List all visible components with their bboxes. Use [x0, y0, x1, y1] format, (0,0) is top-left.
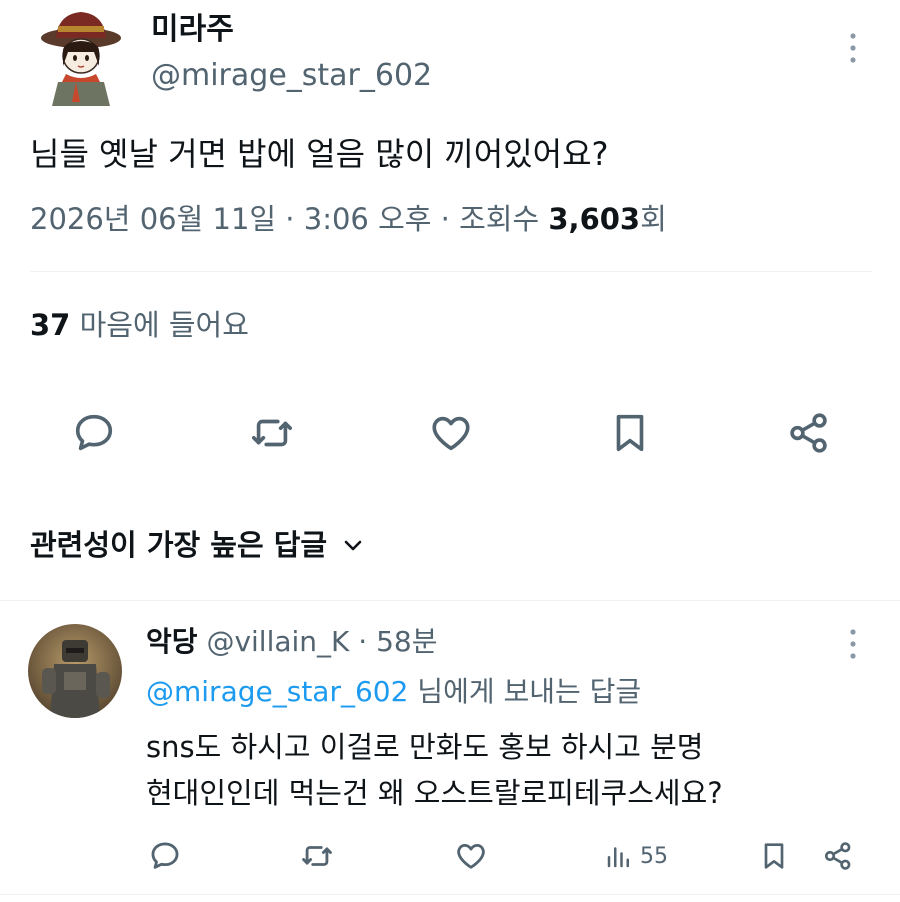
reply-reply-button[interactable]	[148, 836, 182, 876]
bookmark-button[interactable]	[603, 406, 657, 460]
reply-author-handle[interactable]: @villain_K	[206, 625, 349, 658]
retweet-icon	[302, 846, 332, 866]
meta-separator: ·	[431, 202, 460, 236]
like-icon	[457, 843, 485, 869]
divider	[30, 271, 872, 272]
reply-text-line: 현대인인데 먹는건 왜 오스트랄로피테쿠스세요?	[146, 776, 723, 810]
like-button[interactable]	[424, 406, 478, 460]
replying-to: @mirage_star_602 님에게 보내는 답글	[146, 672, 641, 712]
reply-icon	[75, 414, 113, 451]
reply-icon	[151, 842, 179, 869]
replying-to-handle[interactable]: @mirage_star_602	[146, 675, 408, 708]
tweet-time[interactable]: 3:06 오후	[304, 202, 432, 236]
like-icon	[432, 416, 470, 451]
likes-count: 37	[30, 308, 71, 342]
share-icon	[790, 413, 827, 453]
likes-label: 마음에 들어요	[70, 308, 249, 342]
divider	[0, 894, 900, 895]
views-icon	[607, 847, 629, 868]
share-button[interactable]	[782, 406, 836, 460]
meta-separator: ·	[349, 625, 377, 658]
views-suffix: 회	[640, 202, 667, 236]
tweet-date[interactable]: 2026년 06월 11일	[30, 202, 276, 236]
bookmark-icon	[764, 843, 784, 869]
reply-share-button[interactable]	[822, 836, 854, 876]
reply-header: 악당 @villain_K · 58분	[146, 622, 437, 662]
reply-views-count: 55	[640, 843, 668, 869]
reply-time[interactable]: 58분	[376, 625, 437, 658]
likes-row[interactable]: 37 마음에 들어요	[30, 305, 249, 345]
retweet-button[interactable]	[245, 406, 299, 460]
divider	[0, 600, 900, 601]
reply-retweet-button[interactable]	[300, 836, 334, 876]
chevron-down-icon	[344, 540, 362, 551]
replies-sort-dropdown[interactable]: 관련성이 가장 높은 답글	[30, 524, 365, 566]
reply-views-button[interactable]: 55	[604, 836, 668, 876]
reply-bookmark-button[interactable]	[758, 836, 790, 876]
replying-to-suffix: 님에게 보내는 답글	[408, 675, 642, 708]
reply-author-name[interactable]: 악당	[146, 625, 198, 658]
tweet-meta: 2026년 06월 11일 · 3:06 오후 · 조회수 3,603회	[30, 197, 667, 241]
reply-like-button[interactable]	[454, 836, 488, 876]
sort-label: 관련성이 가장 높은 답글	[30, 528, 328, 562]
reply-text: sns도 하시고 이걸로 만화도 홍보 하시고 분명 현대인인데 먹는건 왜 오…	[146, 724, 723, 816]
meta-separator: ·	[276, 202, 304, 236]
author-name[interactable]: 미라주	[151, 12, 234, 48]
bookmark-icon	[616, 414, 644, 452]
reply-text-line: sns도 하시고 이걸로 만화도 홍보 하시고 분명	[146, 730, 704, 764]
views-count: 3,603	[548, 202, 641, 236]
share-icon	[824, 842, 851, 870]
retweet-icon	[251, 419, 293, 447]
tweet-text: 님들 옛날 거면 밥에 얼음 많이 끼어있어요?	[30, 135, 609, 173]
reply-button[interactable]	[67, 406, 121, 460]
more-options-icon[interactable]	[838, 30, 868, 66]
more-options-icon[interactable]	[838, 626, 868, 662]
views-prefix: 조회수	[459, 202, 549, 236]
reply-author-avatar[interactable]	[28, 624, 122, 718]
author-avatar[interactable]	[36, 8, 126, 106]
author-handle[interactable]: @mirage_star_602	[151, 58, 432, 94]
